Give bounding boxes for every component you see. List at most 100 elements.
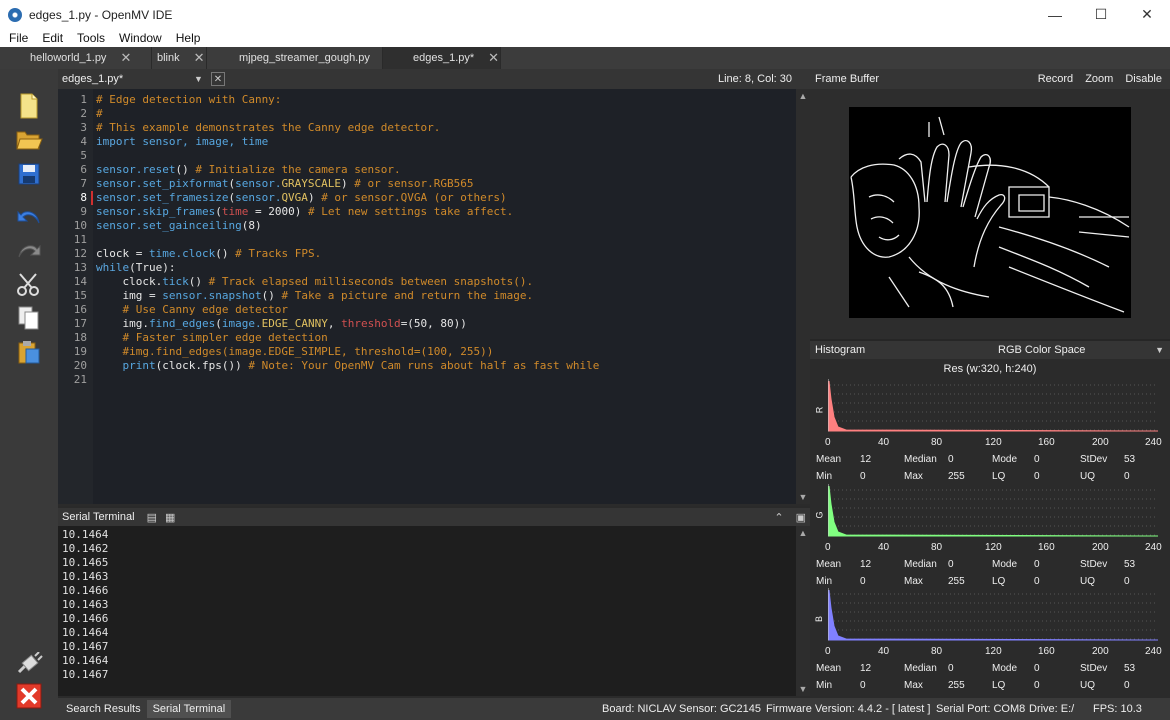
close-icon[interactable]: ✕ <box>194 50 205 66</box>
color-space-select[interactable]: RGB Color Space <box>998 344 1085 356</box>
code-token: # Let new settings take affect. <box>307 205 514 218</box>
save-terminal-icon[interactable]: ▦ <box>165 511 175 524</box>
code-editor[interactable]: 1 2 3 4 5 6 7 8 9 10 11 12 13 14 15 16 17 18 19 20 21 # Edge… <box>58 89 810 504</box>
code-line[interactable]: sensor.skip_frames(time = 2000) # Let ne… <box>96 205 513 219</box>
maximize-button[interactable]: ☐ <box>1078 0 1124 29</box>
menu-window[interactable]: Window <box>110 31 167 45</box>
scroll-down-icon[interactable]: ▼ <box>796 682 810 696</box>
stat-label-mean: Mean <box>816 454 842 465</box>
open-file-selector[interactable]: edges_1.py* <box>62 73 194 85</box>
histogram-plot <box>828 379 1159 432</box>
close-window-button[interactable]: ✕ <box>1124 0 1170 29</box>
stat-value-uq: 0 <box>1124 680 1130 691</box>
menu-help[interactable]: Help <box>167 31 206 45</box>
code-line[interactable]: #img.find_edges(image.EDGE_SIMPLE, thres… <box>96 345 493 359</box>
code-line[interactable]: sensor.set_framesize(sensor.QVGA) # or s… <box>96 191 507 205</box>
tab-edges[interactable]: edges_1.py* ✕ <box>383 47 501 69</box>
histogram-body: Res (w:320, h:240) R 0 40 80 120 160 200 240 Mea… <box>810 359 1170 698</box>
menu-tools[interactable]: Tools <box>68 31 110 45</box>
copy-button[interactable] <box>14 303 44 333</box>
detach-icon[interactable]: ▣ <box>796 511 806 524</box>
stat-value-median: 0 <box>948 663 954 674</box>
chevron-down-icon[interactable]: ▼ <box>194 74 203 84</box>
tab-blink-label-wrap[interactable]: blink ✕ <box>152 47 207 69</box>
code-token: print <box>122 359 156 372</box>
code-line[interactable]: sensor.set_pixformat(sensor.GRAYSCALE) #… <box>96 177 474 191</box>
stop-button[interactable] <box>14 681 44 711</box>
disable-button[interactable]: Disable <box>1125 73 1162 85</box>
code-line[interactable]: # Faster simpler edge detection <box>96 331 327 345</box>
line-number: 16 <box>73 303 87 316</box>
paste-button[interactable] <box>14 337 44 367</box>
code-token: EDGE_CANNY <box>261 317 328 330</box>
new-file-button[interactable] <box>14 91 44 121</box>
code-token: threshold <box>341 317 401 330</box>
close-file-icon[interactable]: ✕ <box>210 72 225 86</box>
code-area[interactable]: # Edge detection with Canny: # # This exam… <box>96 89 796 504</box>
code-line[interactable]: import sensor, image, time <box>96 135 268 149</box>
axis-tick-label: 0 <box>825 646 831 657</box>
code-token: img = <box>96 289 163 302</box>
code-line[interactable]: # Edge detection with Canny: <box>96 93 281 107</box>
edge-detection-image <box>849 107 1131 318</box>
stat-value-stdev: 53 <box>1124 559 1136 570</box>
code-line[interactable]: # <box>96 107 103 121</box>
tab-helloworld[interactable]: helloworld_1.py ✕ <box>0 47 152 69</box>
close-icon[interactable]: ✕ <box>120 50 131 66</box>
minimize-button[interactable]: — <box>1032 0 1078 29</box>
terminal-line: 10.1464 <box>62 626 109 639</box>
code-line[interactable]: img = sensor.snapshot() # Take a picture… <box>96 289 533 303</box>
terminal-scrollbar[interactable]: ▲ ▼ <box>796 526 810 696</box>
connect-button[interactable] <box>14 649 44 679</box>
terminal-line: 10.1466 <box>62 584 109 597</box>
menu-edit[interactable]: Edit <box>33 31 68 45</box>
terminal-line: 10.1464 <box>62 654 109 667</box>
line-number: 20 <box>73 359 87 372</box>
code-line[interactable]: # This example demonstrates the Canny ed… <box>96 121 440 135</box>
code-line[interactable]: # Use Canny edge detector <box>96 303 288 317</box>
record-button[interactable]: Record <box>1038 73 1073 85</box>
open-file-button[interactable] <box>14 125 44 155</box>
window-title: edges_1.py - OpenMV IDE <box>29 7 173 22</box>
code-line[interactable]: sensor.set_gainceiling(8) <box>96 219 262 233</box>
zoom-button[interactable]: Zoom <box>1085 73 1113 85</box>
stat-label-uq: UQ <box>1080 576 1095 587</box>
histogram-plot <box>828 484 1159 537</box>
frame-buffer-image[interactable] <box>849 107 1131 318</box>
scroll-down-icon[interactable]: ▼ <box>796 490 810 504</box>
histogram-header: Histogram RGB Color Space ▼ <box>810 339 1170 359</box>
chevron-down-icon[interactable]: ▼ <box>1155 345 1164 355</box>
axis-tick-label: 40 <box>878 542 890 553</box>
axis-tick-label: 80 <box>931 646 943 657</box>
serial-terminal-tab[interactable]: Serial Terminal <box>146 700 232 718</box>
code-line[interactable]: img.find_edges(image.EDGE_CANNY, thresho… <box>96 317 466 331</box>
code-line[interactable]: clock = time.clock() # Tracks FPS. <box>96 247 321 261</box>
undo-button[interactable] <box>14 201 44 231</box>
tab-mjpeg-streamer[interactable]: mjpeg_streamer_gough.py✕ <box>207 47 395 69</box>
code-token: (clock.fps()) <box>155 359 249 372</box>
collapse-up-icon[interactable]: ⌃ <box>774 511 783 524</box>
close-icon[interactable]: ✕ <box>488 50 499 66</box>
stat-label-mean: Mean <box>816 663 842 674</box>
axis-tick-label: 240 <box>1145 437 1162 448</box>
firmware-status[interactable]: Firmware Version: 4.4.2 - [ latest ] <box>766 703 930 715</box>
scroll-up-icon[interactable]: ▲ <box>796 526 810 540</box>
serial-terminal[interactable]: 10.1464 10.1462 10.1465 10.1463 10.1466 10.14… <box>58 526 810 696</box>
scroll-up-icon[interactable]: ▲ <box>796 89 810 103</box>
stat-value-mean: 12 <box>860 454 872 465</box>
folder-open-icon <box>16 131 43 150</box>
code-line[interactable]: while(True): <box>96 261 175 275</box>
code-line[interactable]: sensor.reset() # Initialize the camera s… <box>96 163 401 177</box>
histogram-plot <box>828 588 1159 641</box>
cut-button[interactable] <box>14 269 44 299</box>
stat-label-lq: LQ <box>992 471 1006 482</box>
redo-button[interactable] <box>14 235 44 265</box>
save-button[interactable] <box>14 159 44 189</box>
clear-terminal-icon[interactable]: ▤ <box>147 511 157 524</box>
code-line[interactable]: print(clock.fps()) # Note: Your OpenMV C… <box>96 359 600 373</box>
stat-value-min: 0 <box>860 576 866 587</box>
search-results-tab[interactable]: Search Results <box>60 700 147 718</box>
code-line[interactable]: clock.tick() # Track elapsed millisecond… <box>96 275 533 289</box>
editor-scrollbar[interactable]: ▲ ▼ <box>796 89 810 504</box>
menu-file[interactable]: File <box>0 31 33 45</box>
